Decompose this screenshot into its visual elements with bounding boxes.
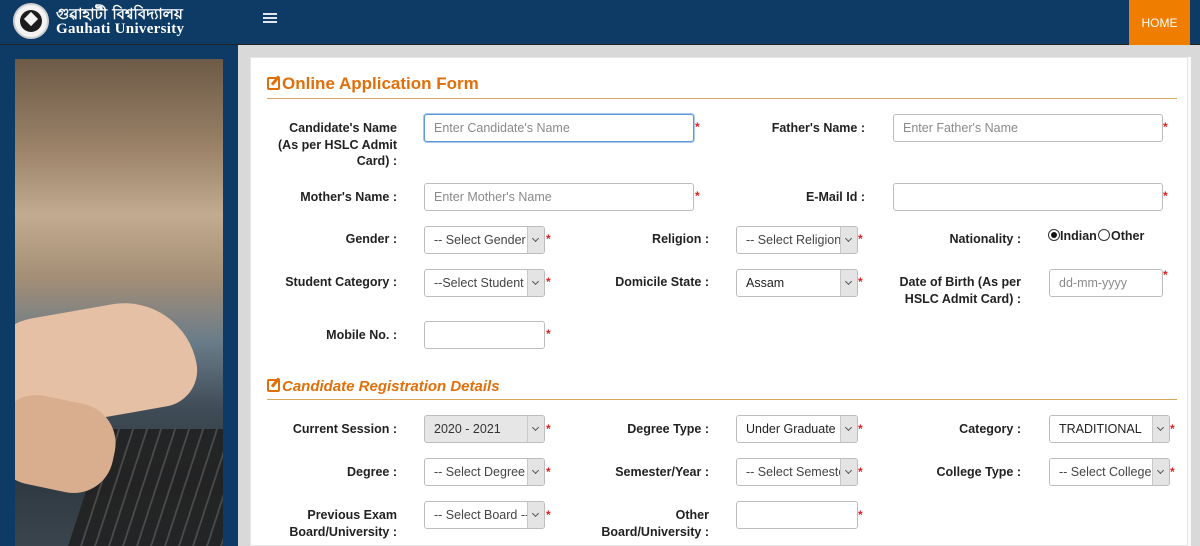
required-marker: * — [1163, 189, 1168, 203]
required-marker: * — [1170, 465, 1175, 479]
mother-name-input[interactable]: Enter Mother's Name — [424, 183, 694, 211]
college-type-select[interactable]: -- Select College Type -- — [1049, 458, 1170, 486]
chevron-down-icon — [1152, 459, 1169, 485]
chevron-down-icon — [527, 227, 544, 253]
degree-type-select[interactable]: Under Graduate — [736, 415, 858, 443]
required-marker: * — [695, 120, 700, 134]
required-marker: * — [546, 465, 551, 479]
nationality-label: Nationality : — [949, 232, 1021, 246]
chevron-down-icon — [527, 416, 544, 442]
required-marker: * — [1163, 120, 1168, 134]
required-marker: * — [546, 232, 551, 246]
father-name-input[interactable]: Enter Father's Name — [893, 114, 1163, 142]
semester-year-select[interactable]: -- Select Semester -- — [736, 458, 858, 486]
required-marker: * — [1163, 268, 1168, 282]
hamburger-menu-icon[interactable] — [263, 13, 277, 25]
gender-select[interactable]: -- Select Gender -- — [424, 226, 545, 254]
previous-exam-board-select[interactable]: -- Select Board -- — [424, 501, 545, 529]
degree-label: Degree : — [346, 465, 397, 479]
current-session-label: Current Session : — [292, 422, 397, 436]
current-session-select: 2020 - 2021 — [424, 415, 545, 443]
other-board-label: Other Board/University : — [601, 508, 709, 539]
college-type-label: College Type : — [936, 465, 1021, 479]
required-marker: * — [858, 275, 863, 289]
required-marker: * — [858, 232, 863, 246]
home-button[interactable]: HOME — [1129, 0, 1190, 45]
required-marker: * — [546, 275, 551, 289]
left-sidebar — [0, 45, 238, 546]
chevron-down-icon — [527, 502, 544, 528]
chevron-down-icon — [527, 459, 544, 485]
application-form-panel: Online Application Form Candidate's Name… — [250, 57, 1188, 546]
father-name-label: Father's Name : — [771, 121, 865, 135]
nationality-indian-radio[interactable] — [1048, 229, 1060, 241]
section-divider — [267, 399, 1177, 400]
chevron-down-icon — [840, 459, 857, 485]
registration-details-title: Candidate Registration Details — [267, 378, 500, 395]
mobile-input[interactable] — [424, 321, 545, 349]
required-marker: * — [858, 422, 863, 436]
required-marker: * — [546, 422, 551, 436]
nationality-other-label[interactable]: Other — [1111, 229, 1144, 243]
category-label: Category : — [959, 422, 1021, 436]
online-application-form-title: Online Application Form — [267, 74, 479, 94]
required-marker: * — [858, 465, 863, 479]
mother-name-label: Mother's Name : — [300, 190, 397, 204]
top-navbar: গুৱাহাটী বিশ্ববিদ্যালয় Gauhati Universi… — [0, 0, 1200, 45]
dob-label: Date of Birth (As per HSLC Admit Card) : — [899, 275, 1021, 306]
university-logo[interactable] — [13, 3, 49, 39]
student-category-label: Student Category : — [285, 275, 397, 289]
brand-name-english[interactable]: Gauhati University — [56, 21, 184, 38]
chevron-down-icon — [840, 270, 857, 296]
domicile-state-select[interactable]: Assam — [736, 269, 858, 297]
edit-icon — [267, 77, 280, 90]
domicile-state-label: Domicile State : — [615, 275, 709, 289]
section-divider — [267, 98, 1177, 99]
student-category-select[interactable]: --Select Student Category-- — [424, 269, 545, 297]
chevron-down-icon — [1152, 416, 1169, 442]
chevron-down-icon — [527, 270, 544, 296]
required-marker: * — [858, 508, 863, 522]
required-marker: * — [1170, 422, 1175, 436]
religion-select[interactable]: -- Select Religion -- — [736, 226, 858, 254]
email-input[interactable] — [893, 183, 1163, 211]
category-select[interactable]: TRADITIONAL — [1049, 415, 1170, 443]
previous-exam-board-label: Previous Exam Board/University : — [289, 508, 397, 539]
religion-label: Religion : — [652, 232, 709, 246]
email-label: E-Mail Id : — [805, 190, 865, 204]
nationality-indian-label[interactable]: Indian — [1060, 229, 1097, 243]
chevron-down-icon — [840, 227, 857, 253]
dob-input[interactable]: dd-mm-yyyy — [1049, 269, 1163, 297]
typing-hands-image — [15, 59, 223, 546]
page-body: Online Application Form Candidate's Name… — [0, 45, 1200, 546]
scrollbar[interactable] — [1188, 57, 1191, 546]
required-marker: * — [546, 508, 551, 522]
chevron-down-icon — [840, 416, 857, 442]
mobile-label: Mobile No. : — [326, 328, 397, 342]
degree-type-label: Degree Type : — [627, 422, 709, 436]
other-board-input[interactable] — [736, 501, 858, 529]
nationality-other-radio[interactable] — [1098, 229, 1110, 241]
required-marker: * — [695, 189, 700, 203]
candidate-name-input[interactable]: Enter Candidate's Name — [424, 114, 694, 142]
edit-icon — [267, 379, 280, 392]
gender-label: Gender : — [345, 232, 397, 246]
required-marker: * — [546, 327, 551, 341]
candidate-name-label: Candidate's Name (As per HSLC Admit Card… — [278, 121, 397, 168]
degree-select[interactable]: -- Select Degree -- — [424, 458, 545, 486]
semester-year-label: Semester/Year : — [615, 465, 709, 479]
